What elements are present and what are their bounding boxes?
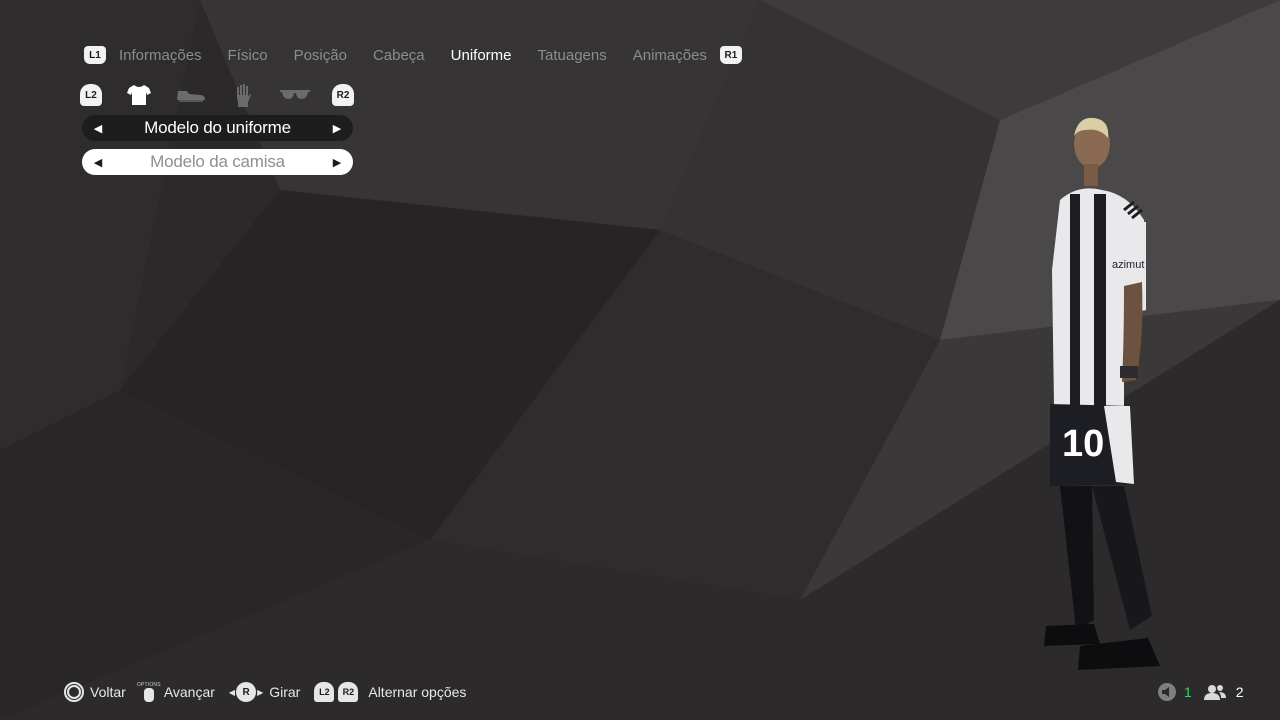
arrow-left-icon[interactable]: ◀ — [92, 122, 104, 135]
selector-value: Modelo da camisa — [150, 152, 285, 171]
tab-animacoes[interactable]: Animações — [633, 47, 707, 64]
shirt-icon[interactable] — [124, 83, 154, 107]
tab-bar: L1 Informações Físico Posição Cabeça Uni… — [84, 42, 742, 68]
hint-back[interactable]: Voltar — [64, 682, 126, 702]
category-icon-row: L2 R2 — [80, 82, 354, 108]
voice-count: 1 — [1184, 684, 1192, 700]
player-model[interactable]: azimut 10 — [1020, 110, 1180, 690]
party-status: 1 2 — [1158, 682, 1244, 702]
sunglasses-icon[interactable] — [280, 83, 310, 107]
right-stick-icon: ◀ R ▶ — [229, 682, 263, 702]
speaker-icon — [1158, 683, 1176, 701]
selector-kit-model[interactable]: ◀ Modelo do uniforme ▶ — [82, 115, 353, 141]
selector-value: Modelo do uniforme — [144, 118, 291, 137]
l1-button-icon[interactable]: L1 — [84, 46, 106, 64]
hint-toggle-options[interactable]: L2 R2 Alternar opções — [314, 682, 466, 702]
r2-button-icon: R2 — [338, 682, 359, 702]
sponsor-text: azimut — [1112, 259, 1144, 271]
r2-button-icon[interactable]: R2 — [332, 84, 354, 106]
options-button-icon: OPTIONS — [137, 682, 161, 702]
circle-button-icon — [64, 682, 84, 702]
controls-hint-bar: Voltar OPTIONS Avançar ◀ R ▶ Girar L2 R2 A… — [64, 680, 480, 704]
arrow-right-icon[interactable]: ▶ — [331, 122, 343, 135]
hint-rotate[interactable]: ◀ R ▶ Girar — [229, 682, 300, 702]
l2-button-icon: L2 — [314, 682, 335, 702]
tab-posicao[interactable]: Posição — [294, 47, 347, 64]
tab-fisico[interactable]: Físico — [228, 47, 268, 64]
l2-button-icon[interactable]: L2 — [80, 84, 102, 106]
selector-shirt-model[interactable]: ◀ Modelo da camisa ▶ — [82, 149, 353, 175]
glove-icon[interactable] — [228, 83, 258, 107]
party-count: 2 — [1235, 684, 1244, 700]
tab-tatuagens[interactable]: Tatuagens — [538, 47, 607, 64]
tab-uniforme[interactable]: Uniforme — [451, 47, 512, 64]
hint-advance[interactable]: OPTIONS Avançar — [137, 682, 215, 702]
tab-informacoes[interactable]: Informações — [119, 47, 202, 64]
arrow-left-icon[interactable]: ◀ — [92, 156, 104, 169]
tab-cabeca[interactable]: Cabeça — [373, 47, 425, 64]
people-icon[interactable] — [1203, 684, 1226, 700]
shirt-number: 10 — [1062, 423, 1104, 465]
r1-button-icon[interactable]: R1 — [719, 46, 742, 64]
arrow-right-icon[interactable]: ▶ — [331, 156, 343, 169]
boot-icon[interactable] — [176, 83, 206, 107]
